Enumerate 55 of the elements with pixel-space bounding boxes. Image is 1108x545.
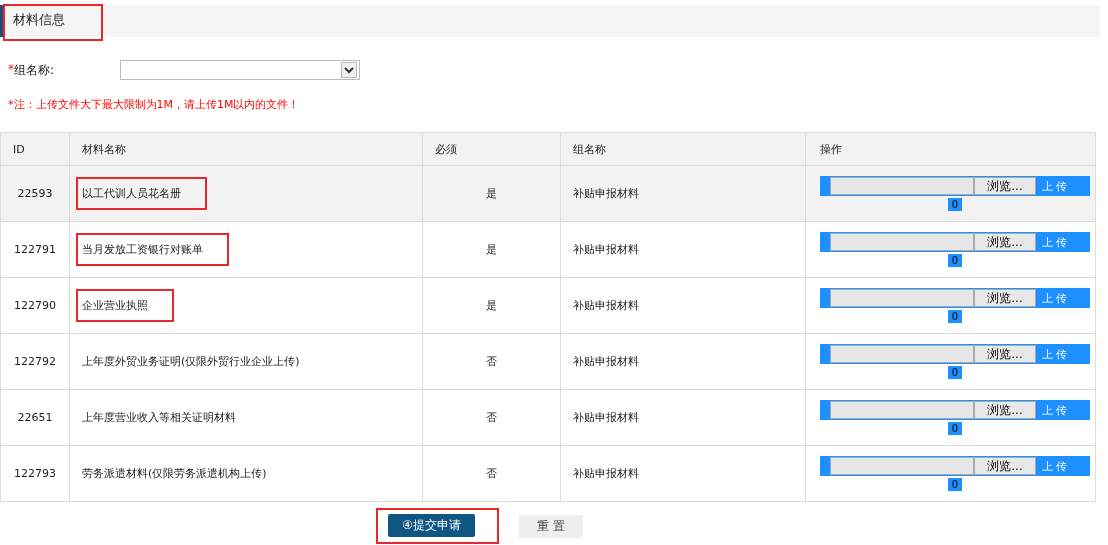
material-name: 以工代训人员花名册: [76, 177, 207, 210]
required-mark: *: [8, 61, 14, 78]
table-cell: 补贴申报材料: [560, 277, 806, 334]
table-cell: 122790: [0, 277, 70, 334]
section-title: 材料信息: [3, 4, 103, 41]
table-cell: 是: [422, 165, 561, 222]
table-cell: 22651: [0, 389, 70, 446]
column-header: ID: [0, 132, 70, 166]
table-cell: 补贴申报材料: [560, 221, 806, 278]
browse-button[interactable]: 浏览...: [974, 401, 1036, 419]
table-cell: 补贴申报材料: [560, 445, 806, 502]
file-field[interactable]: [830, 289, 974, 307]
column-header: 必须: [422, 132, 561, 166]
caret-icon: [341, 62, 357, 78]
table-cell: 122792: [0, 333, 70, 390]
file-field[interactable]: [830, 233, 974, 251]
material-name: 上年度营业收入等相关证明材料: [81, 410, 237, 426]
browse-button[interactable]: 浏览...: [974, 289, 1036, 307]
table-cell: 补贴申报材料: [560, 389, 806, 446]
browse-button[interactable]: 浏览...: [974, 177, 1036, 195]
table-cell: 122793: [0, 445, 70, 502]
material-name: 上年度外贸业务证明(仅限外贸行业企业上传): [81, 354, 301, 370]
file-field[interactable]: [830, 457, 974, 475]
count-badge: 0: [947, 422, 963, 435]
browse-button[interactable]: 浏览...: [974, 345, 1036, 363]
column-header: 材料名称: [69, 132, 423, 166]
table-cell: 否: [422, 333, 561, 390]
table-cell: 是: [422, 221, 561, 278]
column-header: 组名称: [560, 132, 806, 166]
reset-button[interactable]: 重 置: [518, 514, 583, 538]
field-label: 组名称:: [14, 61, 55, 79]
count-badge: 0: [947, 254, 963, 267]
browse-button[interactable]: 浏览...: [974, 457, 1036, 475]
browse-button[interactable]: 浏览...: [974, 233, 1036, 251]
table-cell: 否: [422, 389, 561, 446]
count-badge: 0: [947, 310, 963, 323]
group-select[interactable]: [120, 60, 360, 80]
notice-text: *注：上传文件大下最大限制为1M，请上传1M以内的文件！: [8, 97, 301, 112]
file-field[interactable]: [830, 345, 974, 363]
count-badge: 0: [947, 198, 963, 211]
table-cell: 22593: [0, 165, 70, 222]
material-name: 劳务派遣材料(仅限劳务派遣机构上传): [81, 466, 268, 482]
table-cell: 是: [422, 277, 561, 334]
table-cell: 否: [422, 445, 561, 502]
column-header: 操作: [805, 132, 1096, 166]
count-badge: 0: [947, 366, 963, 379]
table-cell: 补贴申报材料: [560, 333, 806, 390]
material-name: 当月发放工资银行对账单: [76, 233, 229, 266]
count-badge: 0: [947, 478, 963, 491]
table-cell: 补贴申报材料: [560, 165, 806, 222]
file-field[interactable]: [830, 177, 974, 195]
submit-button[interactable]: ④提交申请: [388, 514, 475, 537]
material-name: 企业营业执照: [76, 289, 174, 322]
file-field[interactable]: [830, 401, 974, 419]
table-cell: 122791: [0, 221, 70, 278]
